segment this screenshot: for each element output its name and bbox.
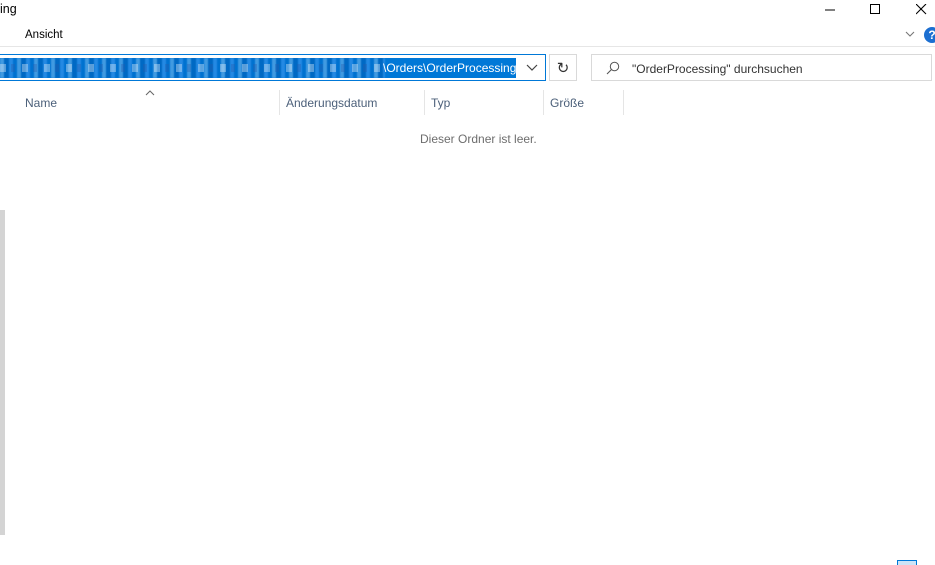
column-divider[interactable]: [623, 90, 624, 115]
refresh-icon: ↻: [556, 59, 570, 77]
close-icon: [915, 3, 926, 14]
column-header-size[interactable]: Größe: [550, 96, 584, 110]
column-header-type[interactable]: Typ: [431, 96, 450, 110]
refresh-button[interactable]: ↻: [549, 54, 577, 81]
ribbon-divider: [0, 46, 935, 47]
search-icon: [606, 61, 620, 75]
window-title: ing: [0, 2, 17, 16]
address-path-redacted-detail: [0, 64, 385, 72]
maximize-button[interactable]: [852, 0, 898, 18]
details-view-icon[interactable]: [897, 560, 917, 565]
chevron-down-icon: [905, 31, 915, 37]
chevron-down-icon: [526, 64, 538, 71]
address-path-text: \Orders\OrderProcessing: [383, 61, 516, 75]
minimize-button[interactable]: [807, 0, 853, 18]
empty-folder-message: Dieser Ordner ist leer.: [420, 132, 537, 146]
column-divider[interactable]: [279, 90, 280, 115]
ribbon-expand-button[interactable]: [903, 27, 917, 41]
help-icon[interactable]: ?: [924, 27, 935, 43]
maximize-icon: [869, 3, 880, 14]
column-header-name[interactable]: Name: [25, 96, 57, 110]
column-header-date[interactable]: Änderungsdatum: [286, 96, 377, 110]
ribbon-tab-ansicht[interactable]: Ansicht: [25, 29, 63, 41]
column-divider[interactable]: [424, 90, 425, 115]
close-button[interactable]: [898, 0, 935, 18]
address-selection[interactable]: \Orders\OrderProcessing: [0, 58, 516, 78]
sort-ascending-icon: [145, 86, 155, 96]
navigation-pane-scrollbar[interactable]: [0, 210, 5, 535]
minimize-icon: [824, 9, 835, 10]
column-divider[interactable]: [543, 90, 544, 115]
address-dropdown-button[interactable]: [522, 60, 542, 76]
search-placeholder: "OrderProcessing" durchsuchen: [632, 62, 803, 76]
